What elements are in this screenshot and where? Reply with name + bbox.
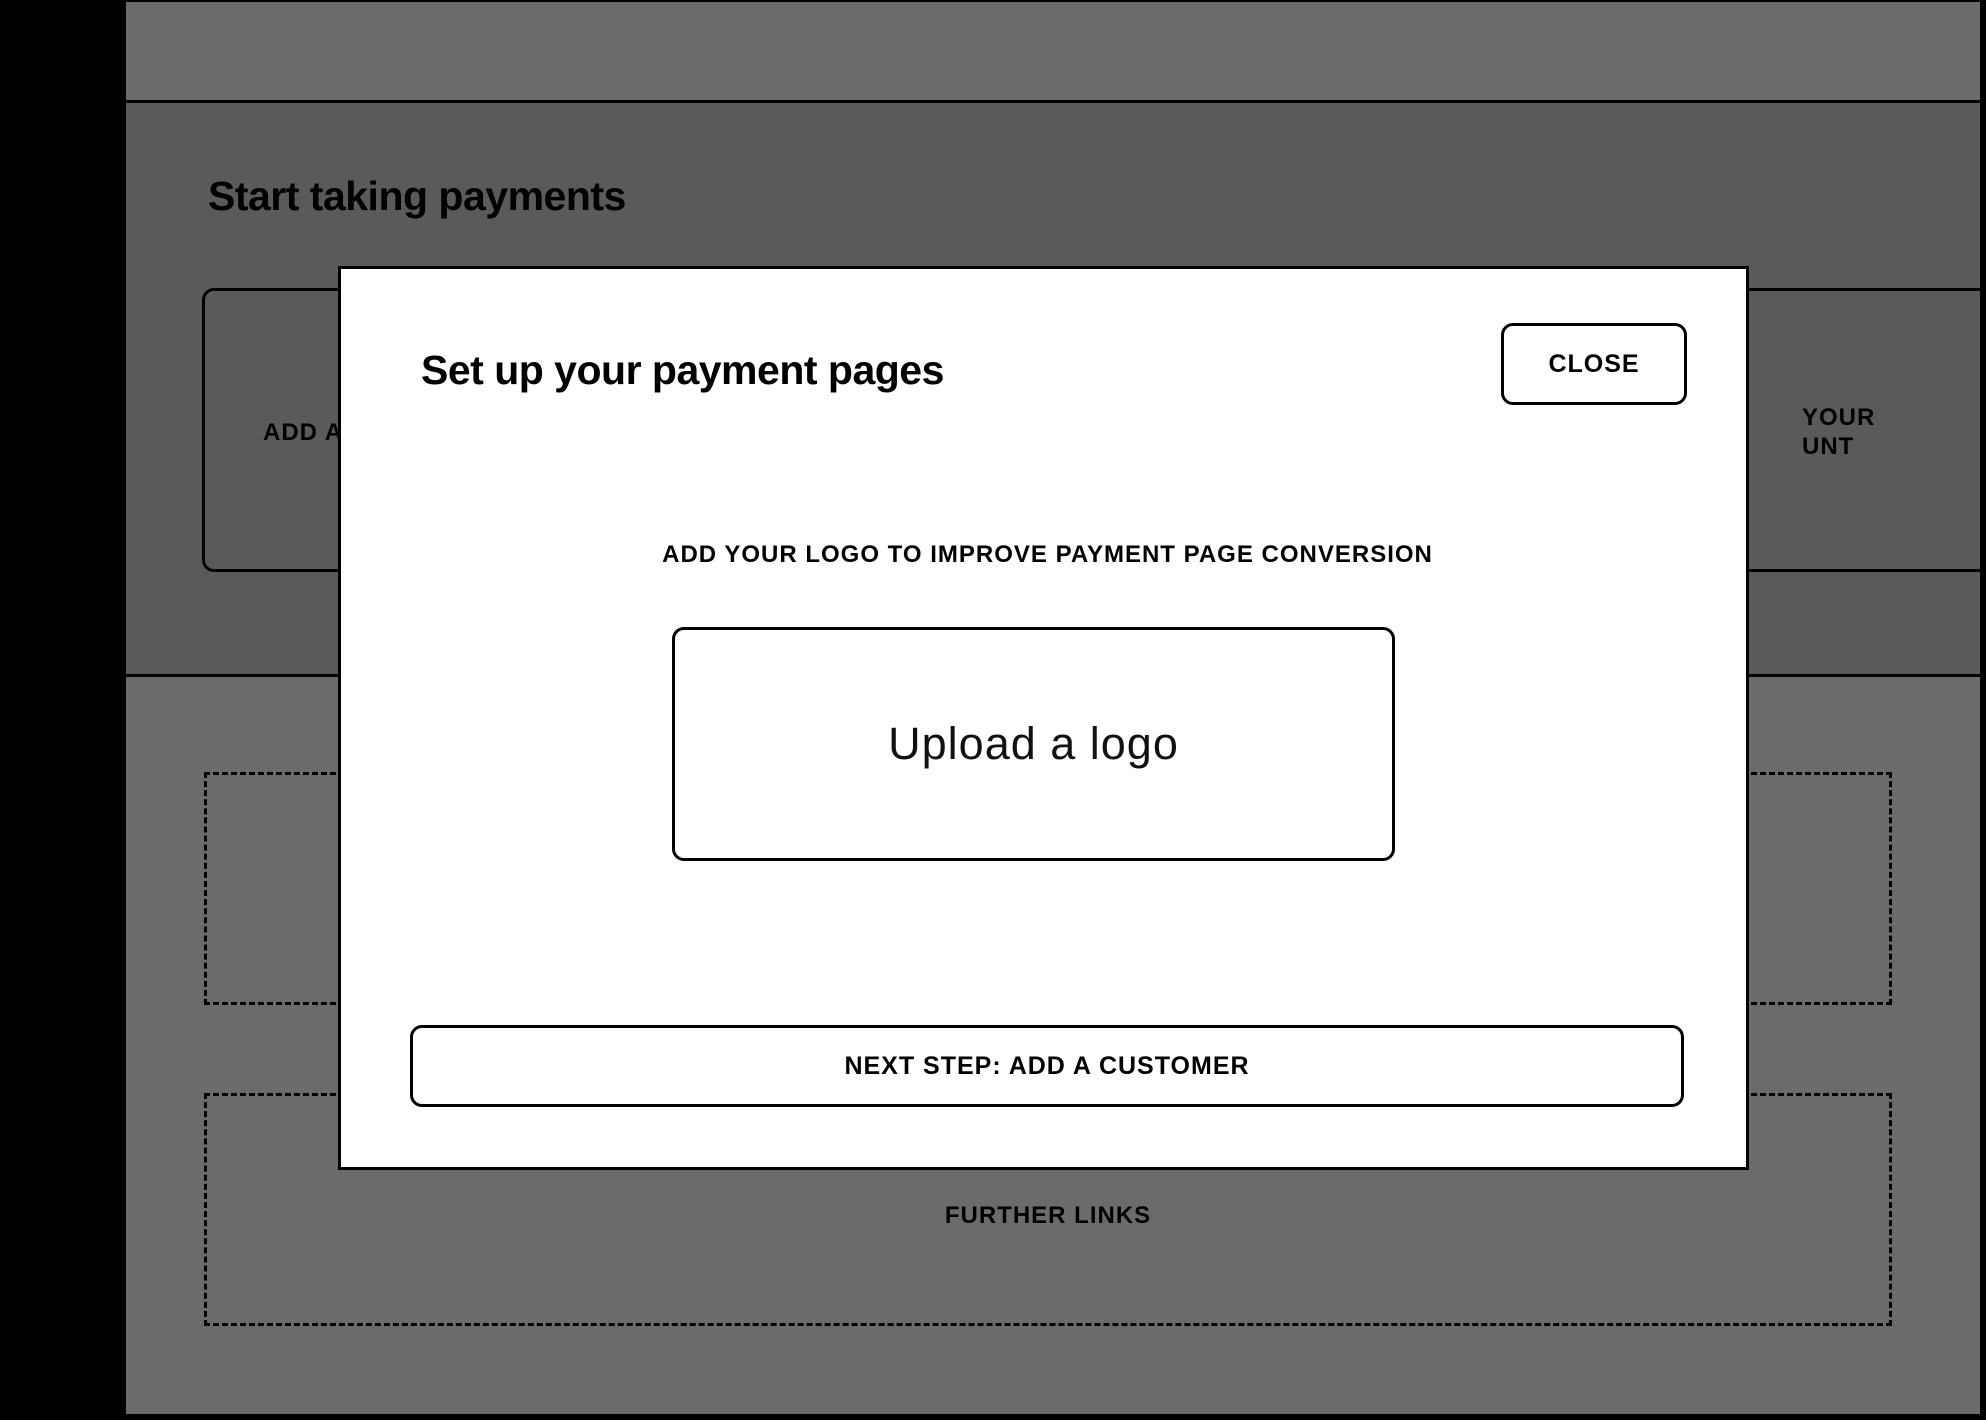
further-links-label: FURTHER LINKS [944,1202,1152,1229]
top-bar [126,2,1980,103]
action-card-right-label-line2: UNT [1802,433,1855,460]
setup-payment-pages-modal: Set up your payment pages CLOSE ADD YOUR… [338,266,1749,1170]
close-button[interactable]: CLOSE [1501,323,1687,405]
next-step-button[interactable]: NEXT STEP: ADD A CUSTOMER [410,1025,1684,1107]
upload-logo-label: Upload a logo [888,718,1179,769]
action-card-right-label: YOUR UNT [1802,403,1980,461]
action-card-right-label-line1: YOUR [1802,404,1876,431]
upload-logo-button[interactable]: Upload a logo [672,627,1395,861]
action-card-left-label: ADD A [263,419,344,446]
modal-title: Set up your payment pages [421,347,944,393]
modal-subtitle: ADD YOUR LOGO TO IMPROVE PAYMENT PAGE CO… [662,541,1433,568]
page-title: Start taking payments [208,173,626,219]
